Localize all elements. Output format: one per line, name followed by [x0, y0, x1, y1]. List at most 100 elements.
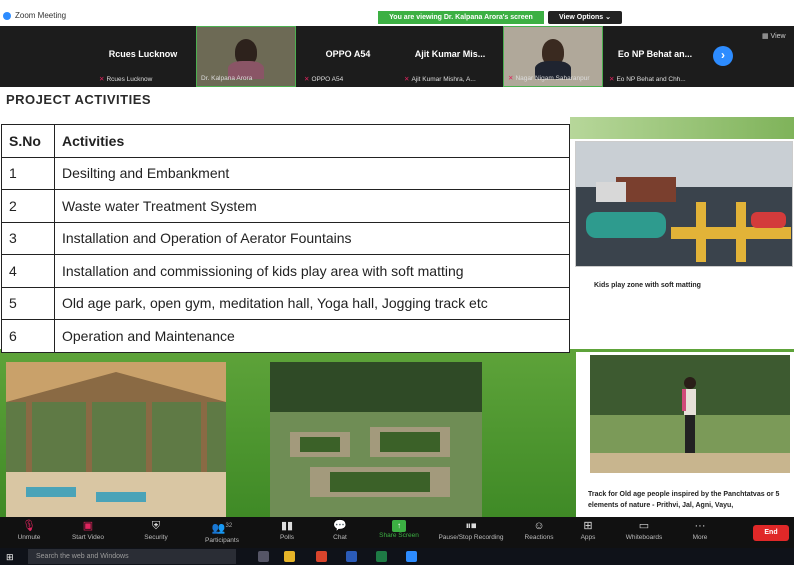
participant-label: Eo NP Behat and Chh...	[616, 76, 686, 83]
zoom-taskbar-icon[interactable]	[406, 551, 417, 562]
apps-label: Apps	[580, 534, 596, 541]
participant-display-name: Eo NP Behat an...	[617, 49, 693, 59]
sno-cell: 6	[1, 319, 55, 353]
gallery-view-toggle[interactable]: ▦ View	[762, 32, 786, 40]
start-video-label: Start Video	[71, 534, 105, 541]
table-row: 2 Waste water Treatment System	[1, 189, 570, 223]
participant-gallery: Rcues Lucknow ✕ Rcues Lucknow Dr. Kalpana…	[0, 26, 794, 87]
chat-label: Chat	[333, 534, 347, 541]
windows-start-icon[interactable]: ⊞	[6, 552, 14, 563]
activity-cell: Operation and Maintenance	[54, 319, 570, 353]
sno-cell: 4	[1, 254, 55, 288]
muted-mic-icon: ✕	[609, 76, 615, 83]
activity-cell: Installation and Operation of Aerator Fo…	[54, 221, 570, 255]
participant-tile[interactable]: ✕ Nagar Nigam Saharanpur	[503, 26, 603, 87]
whiteboards-button[interactable]: ▭ Whiteboards	[618, 517, 670, 548]
video-off-icon: ▣	[82, 520, 94, 532]
more-label: More	[692, 534, 708, 541]
participant-label: Dr. Kalpana Arora	[201, 75, 253, 82]
pause-stop-icon: ⏸⏹	[465, 520, 477, 532]
recording-label: Pause/Stop Recording	[438, 534, 504, 541]
more-dots-icon: ···	[694, 520, 706, 532]
participant-tile-active-speaker[interactable]: Dr. Kalpana Arora	[196, 26, 296, 87]
sno-cell: 1	[1, 156, 55, 190]
pause-stop-recording-button[interactable]: ⏸⏹ Pause/Stop Recording	[432, 517, 510, 548]
share-screen-button[interactable]: ↑ Share Screen	[373, 517, 425, 548]
word-icon[interactable]	[346, 551, 357, 562]
zoom-logo-icon	[3, 12, 11, 20]
whiteboards-label: Whiteboards	[625, 534, 663, 541]
excel-icon[interactable]	[376, 551, 387, 562]
file-explorer-icon[interactable]	[284, 551, 295, 562]
polls-button[interactable]: ▮▮ Polls	[270, 517, 304, 548]
meeting-toolbar: 🎙 Unmute ▣ Start Video ⛨ Security 👥32 Pa…	[0, 517, 794, 548]
table-header-row: S.No Activities	[1, 124, 570, 158]
apps-icon: ⊞	[583, 520, 593, 532]
activity-cell: Installation and commissioning of kids p…	[54, 254, 570, 288]
participant-label: Rcues Lucknow	[106, 76, 153, 83]
sno-cell: 2	[1, 189, 55, 223]
muted-mic-icon: ✕	[99, 76, 105, 83]
participants-button[interactable]: 👥32 Participants	[197, 517, 247, 548]
more-button[interactable]: ··· More	[684, 517, 716, 548]
chat-icon: 💬	[333, 520, 347, 532]
muted-mic-icon: 🎙	[22, 520, 36, 532]
chrome-icon[interactable]	[316, 551, 327, 562]
end-meeting-button[interactable]: End	[753, 525, 789, 541]
participant-display-name: OPPO A54	[325, 49, 371, 59]
table-row: 5 Old age park, open gym, meditation hall…	[1, 286, 570, 320]
participant-label: Nagar Nigam Saharanpur	[515, 75, 590, 82]
track-caption: Track for Old age people inspired by the…	[588, 491, 780, 509]
participant-tile[interactable]: OPPO A54 ✕ OPPO A54	[300, 26, 396, 87]
table-row: 4 Installation and commissioning of kids …	[1, 254, 570, 288]
kids-play-caption: Kids play zone with soft matting	[594, 282, 701, 289]
share-screen-label: Share Screen	[379, 532, 419, 539]
shield-icon: ⛨	[151, 520, 161, 532]
activity-cell: Waste water Treatment System	[54, 189, 570, 223]
participant-label: Ajit Kumar Mishra, A...	[411, 76, 476, 83]
unmute-button[interactable]: 🎙 Unmute	[8, 517, 50, 548]
reactions-button[interactable]: ☺ Reactions	[520, 517, 558, 548]
participant-display-name: Rcues Lucknow	[108, 49, 178, 59]
column-header-activities: Activities	[54, 124, 570, 158]
unmute-label: Unmute	[17, 534, 41, 541]
polls-label: Polls	[279, 534, 295, 541]
slide-accent-band	[570, 117, 794, 139]
polls-icon: ▮▮	[280, 520, 294, 532]
participant-tile[interactable]: Rcues Lucknow ✕ Rcues Lucknow	[95, 26, 191, 87]
table-row: 6 Operation and Maintenance	[1, 319, 570, 353]
task-view-icon[interactable]	[258, 551, 269, 562]
table-row: 1 Desilting and Embankment	[1, 156, 570, 190]
column-header-sno: S.No	[1, 124, 55, 158]
participant-count: 32	[225, 523, 233, 529]
start-video-button[interactable]: ▣ Start Video	[60, 517, 116, 548]
participant-tile[interactable]: Ajit Kumar Mis... ✕ Ajit Kumar Mishra, A.…	[400, 26, 500, 87]
activities-table: S.No Activities 1 Desilting and Embankmen…	[1, 124, 570, 353]
next-page-arrow-icon[interactable]: ›	[713, 46, 733, 66]
security-button[interactable]: ⛨ Security	[134, 517, 178, 548]
apps-button[interactable]: ⊞ Apps	[572, 517, 604, 548]
viewing-screen-banner: You are viewing Dr. Kalpana Arora's scre…	[378, 11, 544, 24]
taskbar-search-input[interactable]: Search the web and Windows	[28, 549, 236, 564]
participant-tile[interactable]: Eo NP Behat an... ✕ Eo NP Behat and Chh..…	[605, 26, 705, 87]
share-screen-icon: ↑	[392, 520, 406, 532]
sno-cell: 3	[1, 221, 55, 255]
windows-taskbar: ⊞ Search the web and Windows	[0, 548, 794, 565]
chat-button[interactable]: 💬 Chat	[323, 517, 357, 548]
reactions-icon: ☺	[533, 520, 545, 532]
participants-label: Participants	[205, 536, 239, 544]
muted-mic-icon: ✕	[404, 76, 410, 83]
yoga-hall-photo	[6, 362, 226, 517]
window-title: Zoom Meeting	[15, 11, 67, 20]
activity-cell: Desilting and Embankment	[54, 156, 570, 190]
view-options-button[interactable]: View Options ⌄	[548, 11, 622, 24]
participant-label: OPPO A54	[311, 76, 344, 83]
title-bar: Zoom Meeting You are viewing Dr. Kalpana…	[0, 0, 794, 26]
muted-mic-icon: ✕	[508, 75, 514, 82]
whiteboard-icon: ▭	[638, 520, 650, 532]
kids-play-area-photo	[575, 141, 793, 267]
participant-display-name: Ajit Kumar Mis...	[414, 49, 486, 59]
jogging-track-photo	[590, 355, 790, 473]
activity-cell: Old age park, open gym, meditation hall,…	[54, 286, 570, 320]
shared-screen: PROJECT ACTIVITIES S.No Activities 1 Desi…	[0, 87, 794, 517]
